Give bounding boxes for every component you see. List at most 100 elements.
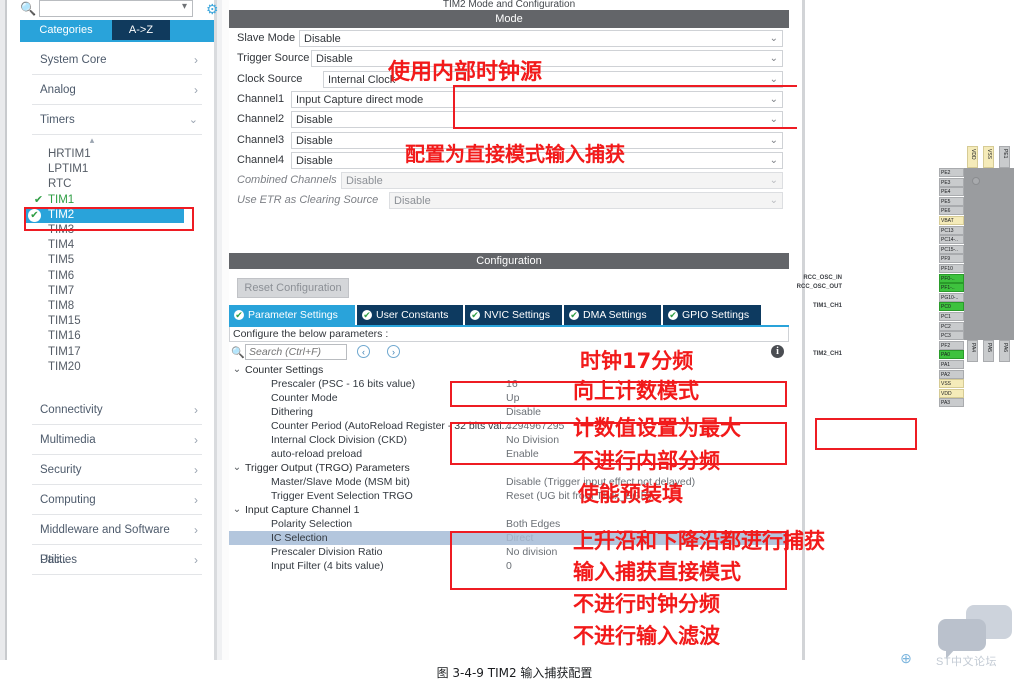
timer-list-item-tim15[interactable]: TIM15: [48, 314, 81, 329]
sidebar-item-middleware[interactable]: Middleware and Software Pac... ›: [32, 515, 202, 566]
sidebar-item-timers[interactable]: Timers ⌄: [32, 105, 202, 135]
mode-row-label: Channel1: [237, 92, 285, 105]
tab-user-constants[interactable]: ✔ User Constants: [357, 305, 463, 325]
timer-list-item-tim7[interactable]: TIM7: [48, 284, 74, 299]
timer-list-item-tim16[interactable]: TIM16: [48, 329, 81, 344]
chip-pin-pa3[interactable]: PA3: [939, 398, 964, 408]
chip-pin-pf9[interactable]: PF9: [939, 254, 964, 264]
timer-list-item-tim3[interactable]: TIM3: [48, 223, 74, 238]
sidebar-item-computing[interactable]: Computing ›: [32, 485, 202, 515]
timer-list-item-lptim1[interactable]: LPTIM1: [48, 162, 88, 177]
annotation-text: 时钟17分频: [580, 349, 694, 373]
chip-pin-pe4[interactable]: PE4: [939, 187, 964, 197]
tab-categories[interactable]: Categories: [20, 20, 112, 40]
chip-pin-pa1[interactable]: PA1: [939, 360, 964, 369]
collapse-handle-icon[interactable]: ▴: [84, 135, 100, 145]
chip-pin-pa0[interactable]: PA0: [939, 350, 964, 360]
chip-pin-pc3[interactable]: PC3: [939, 331, 964, 341]
param-row[interactable]: Trigger Event Selection TRGO Reset (UG bi…: [229, 489, 789, 503]
sidebar-item-utilities[interactable]: Utilities ›: [32, 545, 202, 575]
tab-nvic-settings[interactable]: ✔ NVIC Settings: [465, 305, 562, 325]
chip-pin-vss[interactable]: VSS: [983, 146, 994, 168]
timer-list-item-tim5[interactable]: TIM5: [48, 253, 74, 268]
chip-pin-pf1[interactable]: PF1-..: [939, 283, 964, 293]
chip-pin-pe6[interactable]: PE6: [939, 206, 964, 216]
chip-pin-pa2[interactable]: PA2: [939, 369, 964, 379]
info-icon[interactable]: i: [771, 345, 784, 358]
chevron-right-icon: ›: [194, 433, 198, 447]
sidebar-item-label: Computing: [40, 494, 96, 506]
param-row[interactable]: Prescaler (PSC - 16 bits value) 16: [229, 377, 789, 391]
mode-row-dropdown[interactable]: Input Capture direct mode ⌄: [291, 90, 783, 108]
tab-parameter-settings[interactable]: ✔ Parameter Settings: [229, 305, 355, 325]
chip-pin-pe3[interactable]: PE3: [939, 177, 964, 187]
tab-gpio-settings[interactable]: ✔ GPIO Settings: [663, 305, 761, 325]
param-row-value: Enable: [506, 448, 539, 460]
timer-list-item-tim20[interactable]: TIM20: [48, 360, 81, 375]
component-search-combo[interactable]: ▾: [39, 0, 193, 17]
param-group-title: Counter Settings: [245, 364, 324, 376]
mode-row-dropdown[interactable]: Disable ⌄: [299, 30, 783, 47]
sidebar-item-label: Security: [40, 464, 82, 476]
chip-pin-pc15[interactable]: PC15-..: [939, 244, 964, 254]
pinout-panel: VDD VSS PE1 PE2 PE3 PE4 PE5 PE6 VBAT PC13 PC14-..…: [797, 0, 1029, 683]
chip-pin-pc13[interactable]: PC13: [939, 225, 964, 235]
mode-row-label: Combined Channels: [237, 174, 337, 187]
sidebar-item-system-core[interactable]: System Core ›: [32, 45, 202, 75]
param-row-name: Counter Period (AutoReload Register - 32…: [271, 420, 511, 432]
chip-pin-pe1[interactable]: PE1: [999, 146, 1010, 168]
search-prev-button[interactable]: ‹: [357, 345, 370, 358]
category-list-lower: Connectivity › Multimedia › Security › C…: [22, 395, 212, 575]
chip-pin-pc1[interactable]: PC1: [939, 312, 964, 321]
chip-pin-vdd[interactable]: VDD: [939, 388, 964, 398]
chip-pin-pf10[interactable]: PF10: [939, 264, 964, 273]
timer-list-item-tim1[interactable]: TIM1: [48, 193, 74, 208]
sidebar-item-label: Analog: [40, 84, 76, 96]
param-row-name: Internal Clock Division (CKD): [271, 434, 407, 446]
component-search-row: 🔍 ▾ ⚙: [20, 0, 219, 20]
mode-row-value: Disable: [316, 53, 353, 66]
chip-pin-pf0[interactable]: PF0-..: [939, 273, 964, 283]
sidebar-item-multimedia[interactable]: Multimedia ›: [32, 425, 202, 455]
chevron-right-icon: ›: [194, 403, 198, 417]
param-group-header[interactable]: ⌄ Input Capture Channel 1: [229, 503, 789, 517]
annotation-text: 上升沿和下降沿都进行捕获: [573, 529, 825, 553]
chip-pin-vbat[interactable]: VBAT: [939, 216, 964, 225]
sidebar-item-analog[interactable]: Analog ›: [32, 75, 202, 105]
chip-pin-pc0[interactable]: PC0: [939, 302, 964, 312]
timer-list-item-hrtim1[interactable]: HRTIM1: [48, 147, 91, 162]
param-row[interactable]: Counter Mode Up: [229, 391, 789, 405]
sidebar-item-security[interactable]: Security ›: [32, 455, 202, 485]
gear-icon[interactable]: ⚙: [206, 1, 222, 17]
chip-pin-pf2[interactable]: PF2: [939, 340, 964, 350]
timer-list-item-tim2[interactable]: TIM2: [48, 208, 74, 223]
mode-row-dropdown[interactable]: Disable ⌄: [311, 50, 783, 68]
search-next-button[interactable]: ›: [387, 345, 400, 358]
param-group-header[interactable]: ⌄ Counter Settings: [229, 363, 789, 377]
chip-pin-pa4[interactable]: PA4: [967, 340, 978, 362]
timer-list-item-rtc[interactable]: RTC: [48, 177, 71, 192]
timer-list-item-tim17[interactable]: TIM17: [48, 345, 81, 360]
reset-configuration-button[interactable]: Reset Configuration: [237, 278, 349, 298]
timer-list-item-tim8[interactable]: TIM8: [48, 299, 74, 314]
tab-dma-settings[interactable]: ✔ DMA Settings: [564, 305, 661, 325]
chip-pin-pg10[interactable]: PG10-..: [939, 292, 964, 302]
chip-pin-pc2[interactable]: PC2: [939, 321, 964, 331]
chip-pin-pe5[interactable]: PE5: [939, 196, 964, 206]
annotation-text: 使用内部时钟源: [388, 60, 543, 85]
mode-row-value: Disable: [296, 154, 333, 167]
tab-a-to-z[interactable]: A->Z: [112, 20, 170, 40]
sidebar-item-connectivity[interactable]: Connectivity ›: [32, 395, 202, 425]
param-row[interactable]: Master/Slave Mode (MSM bit) Disable (Trig…: [229, 475, 789, 489]
timer-list-item-tim6[interactable]: TIM6: [48, 269, 74, 284]
search-input[interactable]: [245, 344, 347, 360]
mode-row-value: Internal Clock: [328, 73, 396, 86]
chip-pin-vss[interactable]: VSS: [939, 379, 964, 389]
chip-pin-pa5[interactable]: PA5: [983, 340, 994, 362]
chip-pin-pe2[interactable]: PE2: [939, 168, 964, 177]
mode-row-dropdown[interactable]: Disable ⌄: [291, 111, 783, 129]
chip-pin-pc14[interactable]: PC14-..: [939, 235, 964, 245]
chip-pin-pa6[interactable]: PA6: [999, 340, 1010, 362]
timer-list-item-tim4[interactable]: TIM4: [48, 238, 74, 253]
chip-pin-vdd[interactable]: VDD: [967, 146, 978, 168]
